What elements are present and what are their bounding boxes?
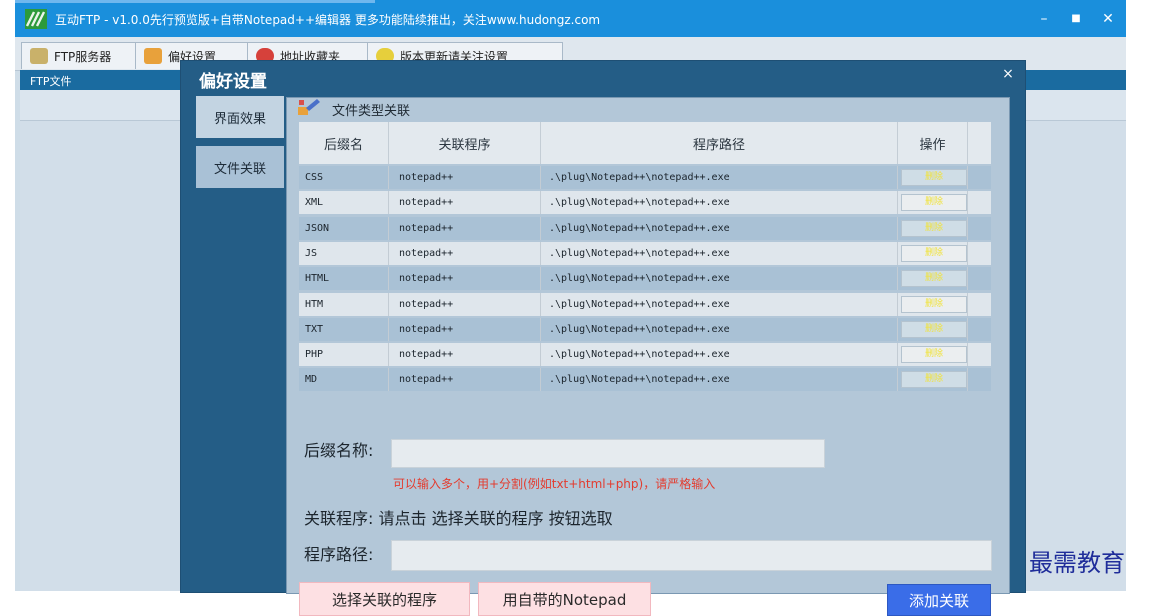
program-cell: notepad++ <box>389 216 541 240</box>
pane-header <box>1025 70 1126 90</box>
add-association-button[interactable]: 添加关联 <box>887 584 991 616</box>
server-icon <box>30 48 48 64</box>
program-cell: notepad++ <box>389 368 541 392</box>
table-row[interactable]: JS notepad++ .\plug\Notepad++\notepad++.ex… <box>299 241 991 265</box>
delete-button[interactable]: 删除 <box>901 320 967 338</box>
program-cell: notepad++ <box>389 267 541 291</box>
title-accent <box>15 0 375 3</box>
tab-appearance[interactable]: 界面效果 <box>196 96 284 138</box>
delete-button[interactable]: 删除 <box>901 219 967 237</box>
program-cell: notepad++ <box>389 317 541 341</box>
watermark: 最需教育 <box>1029 549 1125 577</box>
delete-button[interactable]: 删除 <box>901 244 967 262</box>
use-builtin-notepad-button[interactable]: 用自带的Notepad <box>478 582 651 616</box>
dialog-title: 偏好设置 <box>199 72 267 92</box>
file-association-panel: 文件类型关联 后缀名 关联程序 程序路径 操作 CSS notepad++ .\pl… <box>286 97 1010 616</box>
suffix-cell: XML <box>299 191 389 215</box>
table-row[interactable]: JSON notepad++ .\plug\Notepad++\notepad++.… <box>299 216 991 240</box>
preferences-dialog: 偏好设置 × 界面效果 文件关联 文件类型关联 后缀名 关联程序 程序路径 操作… <box>180 60 1026 616</box>
tab-file-association[interactable]: 文件关联 <box>196 146 284 188</box>
suffix-label: 后缀名称: <box>304 441 374 460</box>
pane-title: FTP文件 <box>30 75 72 88</box>
title-bar[interactable]: 互动FTP - v1.0.0先行预览版+自带Notepad++编辑器 更多功能陆… <box>15 0 1126 37</box>
suffix-hint: 可以输入多个，用+分割(例如txt+html+php)，请严格输入 <box>393 477 716 491</box>
program-cell: notepad++ <box>389 166 541 189</box>
program-cell: notepad++ <box>389 191 541 215</box>
table-header: 后缀名 关联程序 程序路径 操作 <box>299 122 991 164</box>
path-cell: .\plug\Notepad++\notepad++.exe <box>541 191 898 215</box>
program-cell: notepad++ <box>389 241 541 265</box>
close-dialog-button[interactable]: × <box>999 65 1017 83</box>
path-cell: .\plug\Notepad++\notepad++.exe <box>541 368 898 392</box>
scroll-column <box>968 122 991 164</box>
table-row[interactable]: XML notepad++ .\plug\Notepad++\notepad++.e… <box>299 191 991 215</box>
column-header: 关联程序 <box>389 122 541 164</box>
suffix-cell: MD <box>299 368 389 392</box>
column-header: 后缀名 <box>299 122 389 164</box>
column-header: 操作 <box>898 122 968 164</box>
delete-button[interactable]: 删除 <box>901 194 967 212</box>
local-files-pane: FTP文件 <box>20 70 185 591</box>
tab-label: FTP服务器 <box>54 49 112 64</box>
delete-button[interactable]: 删除 <box>901 169 967 186</box>
delete-button[interactable]: 删除 <box>901 371 967 389</box>
table-row[interactable]: HTML notepad++ .\plug\Notepad++\notepad++.… <box>299 267 991 291</box>
minimize-button[interactable]: – <box>1032 7 1056 31</box>
program-cell: notepad++ <box>389 292 541 316</box>
delete-button[interactable]: 删除 <box>901 346 967 364</box>
brush-icon <box>298 99 320 115</box>
delete-button[interactable]: 删除 <box>901 270 967 288</box>
suffix-cell: CSS <box>299 166 389 189</box>
app-logo-icon <box>25 9 47 29</box>
path-label: 程序路径: <box>304 545 374 564</box>
column-header: 程序路径 <box>541 122 898 164</box>
table-row[interactable]: TXT notepad++ .\plug\Notepad++\notepad++.e… <box>299 317 991 341</box>
path-cell: .\plug\Notepad++\notepad++.exe <box>541 267 898 291</box>
suffix-input[interactable] <box>391 439 825 468</box>
maximize-button[interactable]: ■ <box>1064 7 1088 31</box>
path-cell: .\plug\Notepad++\notepad++.exe <box>541 216 898 240</box>
program-label: 关联程序: 请点击 选择关联的程序 按钮选取 <box>304 509 613 528</box>
table-row[interactable]: CSS notepad++ .\plug\Notepad++\notepad++.e… <box>299 166 991 189</box>
choose-program-button[interactable]: 选择关联的程序 <box>299 582 470 616</box>
close-window-button[interactable]: ✕ <box>1096 7 1120 31</box>
brush-icon <box>144 48 162 64</box>
path-input[interactable] <box>391 540 992 571</box>
table-row[interactable]: MD notepad++ .\plug\Notepad++\notepad++.ex… <box>299 368 991 392</box>
path-cell: .\plug\Notepad++\notepad++.exe <box>541 343 898 367</box>
remote-files-pane <box>1025 70 1126 591</box>
group-title: 文件类型关联 <box>332 104 411 119</box>
suffix-cell: TXT <box>299 317 389 341</box>
suffix-cell: JSON <box>299 216 389 240</box>
association-table: 后缀名 关联程序 程序路径 操作 CSS notepad++ .\plug\Note… <box>299 122 991 397</box>
path-cell: .\plug\Notepad++\notepad++.exe <box>541 241 898 265</box>
pane-toolbar <box>1025 90 1126 121</box>
table-row[interactable]: HTM notepad++ .\plug\Notepad++\notepad++.e… <box>299 292 991 316</box>
table-row[interactable]: PHP notepad++ .\plug\Notepad++\notepad++.e… <box>299 343 991 367</box>
delete-button[interactable]: 删除 <box>901 295 967 313</box>
path-cell: .\plug\Notepad++\notepad++.exe <box>541 166 898 189</box>
suffix-cell: HTML <box>299 267 389 291</box>
pane-header: FTP文件 <box>20 70 185 90</box>
program-cell: notepad++ <box>389 343 541 367</box>
pane-toolbar <box>20 90 185 121</box>
path-cell: .\plug\Notepad++\notepad++.exe <box>541 317 898 341</box>
suffix-cell: HTM <box>299 292 389 316</box>
tab-ftp-server[interactable]: FTP服务器 <box>21 42 145 69</box>
window-title: 互动FTP - v1.0.0先行预览版+自带Notepad++编辑器 更多功能陆… <box>55 13 601 27</box>
path-cell: .\plug\Notepad++\notepad++.exe <box>541 292 898 316</box>
suffix-cell: JS <box>299 241 389 265</box>
suffix-cell: PHP <box>299 343 389 367</box>
